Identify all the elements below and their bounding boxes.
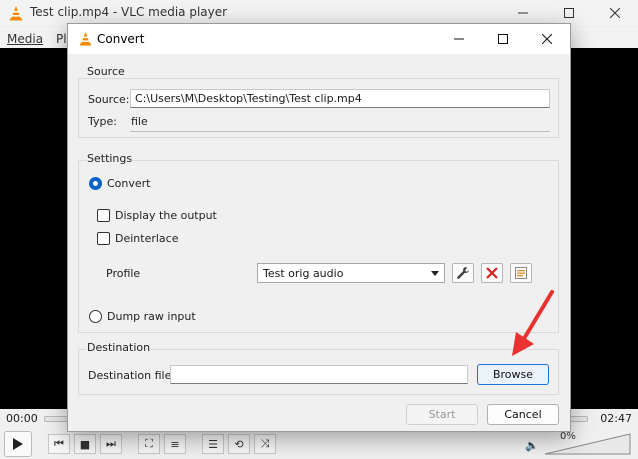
delete-icon [486,267,498,279]
minimize-icon [454,38,464,40]
dump-raw-label[interactable]: Dump raw input [107,310,196,323]
minimize-icon [518,12,528,14]
deinterlace-label[interactable]: Deinterlace [115,232,178,245]
volume-slider[interactable] [545,433,631,455]
close-icon [610,8,620,18]
deinterlace-checkbox[interactable] [97,232,110,245]
fullscreen-button[interactable]: ⛶ [138,434,160,454]
loop-icon: ⟲ [234,437,244,451]
play-icon [13,438,23,450]
vlc-window-title: Test clip.mp4 - VLC media player [30,5,228,19]
new-profile-icon [515,267,527,279]
equalizer-icon: ≡ [170,437,180,451]
dialog-title-bar: Convert [68,24,570,54]
close-icon [542,34,552,44]
previous-button[interactable]: ⏮ [48,434,70,454]
annotation-arrow-icon [512,290,554,356]
playlist-button[interactable]: ☰ [202,434,224,454]
next-button[interactable]: ⏭ [100,434,122,454]
dump-raw-radio[interactable] [89,310,102,323]
source-divider [130,131,550,132]
speaker-icon[interactable]: 🔈 [525,439,539,452]
browse-button[interactable]: Browse [477,364,549,385]
stop-button[interactable]: ■ [74,434,96,454]
destination-file-field[interactable] [170,365,468,384]
menu-media[interactable]: Media [7,32,43,46]
convert-dialog: Convert Source Source: C:\Users\M\Deskto… [67,23,571,432]
profile-label: Profile [106,267,141,280]
fullscreen-icon: ⛶ [145,437,153,450]
source-label: Source: [88,93,130,106]
stop-icon: ■ [79,437,91,451]
vlc-close-button[interactable] [592,0,638,26]
volume-label: 0% [560,431,576,442]
dialog-close-button[interactable] [525,24,569,54]
maximize-icon [564,8,574,18]
dialog-maximize-button[interactable] [481,24,525,54]
cancel-button[interactable]: Cancel [487,404,559,425]
time-total: 02:47 [600,412,632,425]
destination-file-label: Destination file: [88,369,176,382]
type-value: file [131,115,148,128]
type-label: Type: [88,115,117,128]
delete-profile-button[interactable] [481,263,503,283]
vlc-cone-icon [8,5,24,24]
display-output-checkbox[interactable] [97,209,110,222]
convert-radio[interactable] [89,177,102,190]
shuffle-button[interactable]: ⤨ [254,434,276,454]
vlc-cone-icon [78,31,93,49]
playback-controls: ⏮ ■ ⏭ ⛶ ≡ ☰ ⟲ ⤨ 🔈 0% [0,429,638,459]
play-button[interactable] [4,431,32,457]
profile-dropdown[interactable]: Test orig audio [257,263,445,283]
previous-icon: ⏮ [54,437,64,450]
convert-radio-label[interactable]: Convert [107,177,151,190]
source-group [78,78,559,138]
source-field[interactable]: C:\Users\M\Desktop\Testing\Test clip.mp4 [130,89,550,108]
display-output-label[interactable]: Display the output [115,209,217,222]
dialog-title: Convert [97,32,145,46]
new-profile-button[interactable] [510,263,532,283]
playlist-icon: ☰ [208,437,218,451]
extended-settings-button[interactable]: ≡ [164,434,186,454]
settings-group-label: Settings [86,152,134,165]
time-elapsed: 00:00 [6,412,38,425]
shuffle-icon: ⤨ [260,437,270,450]
chevron-down-icon [431,271,439,276]
next-icon: ⏭ [106,437,116,450]
loop-button[interactable]: ⟲ [228,434,250,454]
source-group-label: Source [86,65,126,78]
start-button[interactable]: Start [406,404,478,425]
menu-playlist[interactable]: Pl [56,32,67,46]
dialog-minimize-button[interactable] [437,24,481,54]
destination-group-label: Destination [86,341,152,354]
edit-profile-button[interactable] [452,263,474,283]
profile-selected-value: Test orig audio [263,267,344,280]
wrench-icon [457,267,469,279]
maximize-icon [498,34,508,44]
